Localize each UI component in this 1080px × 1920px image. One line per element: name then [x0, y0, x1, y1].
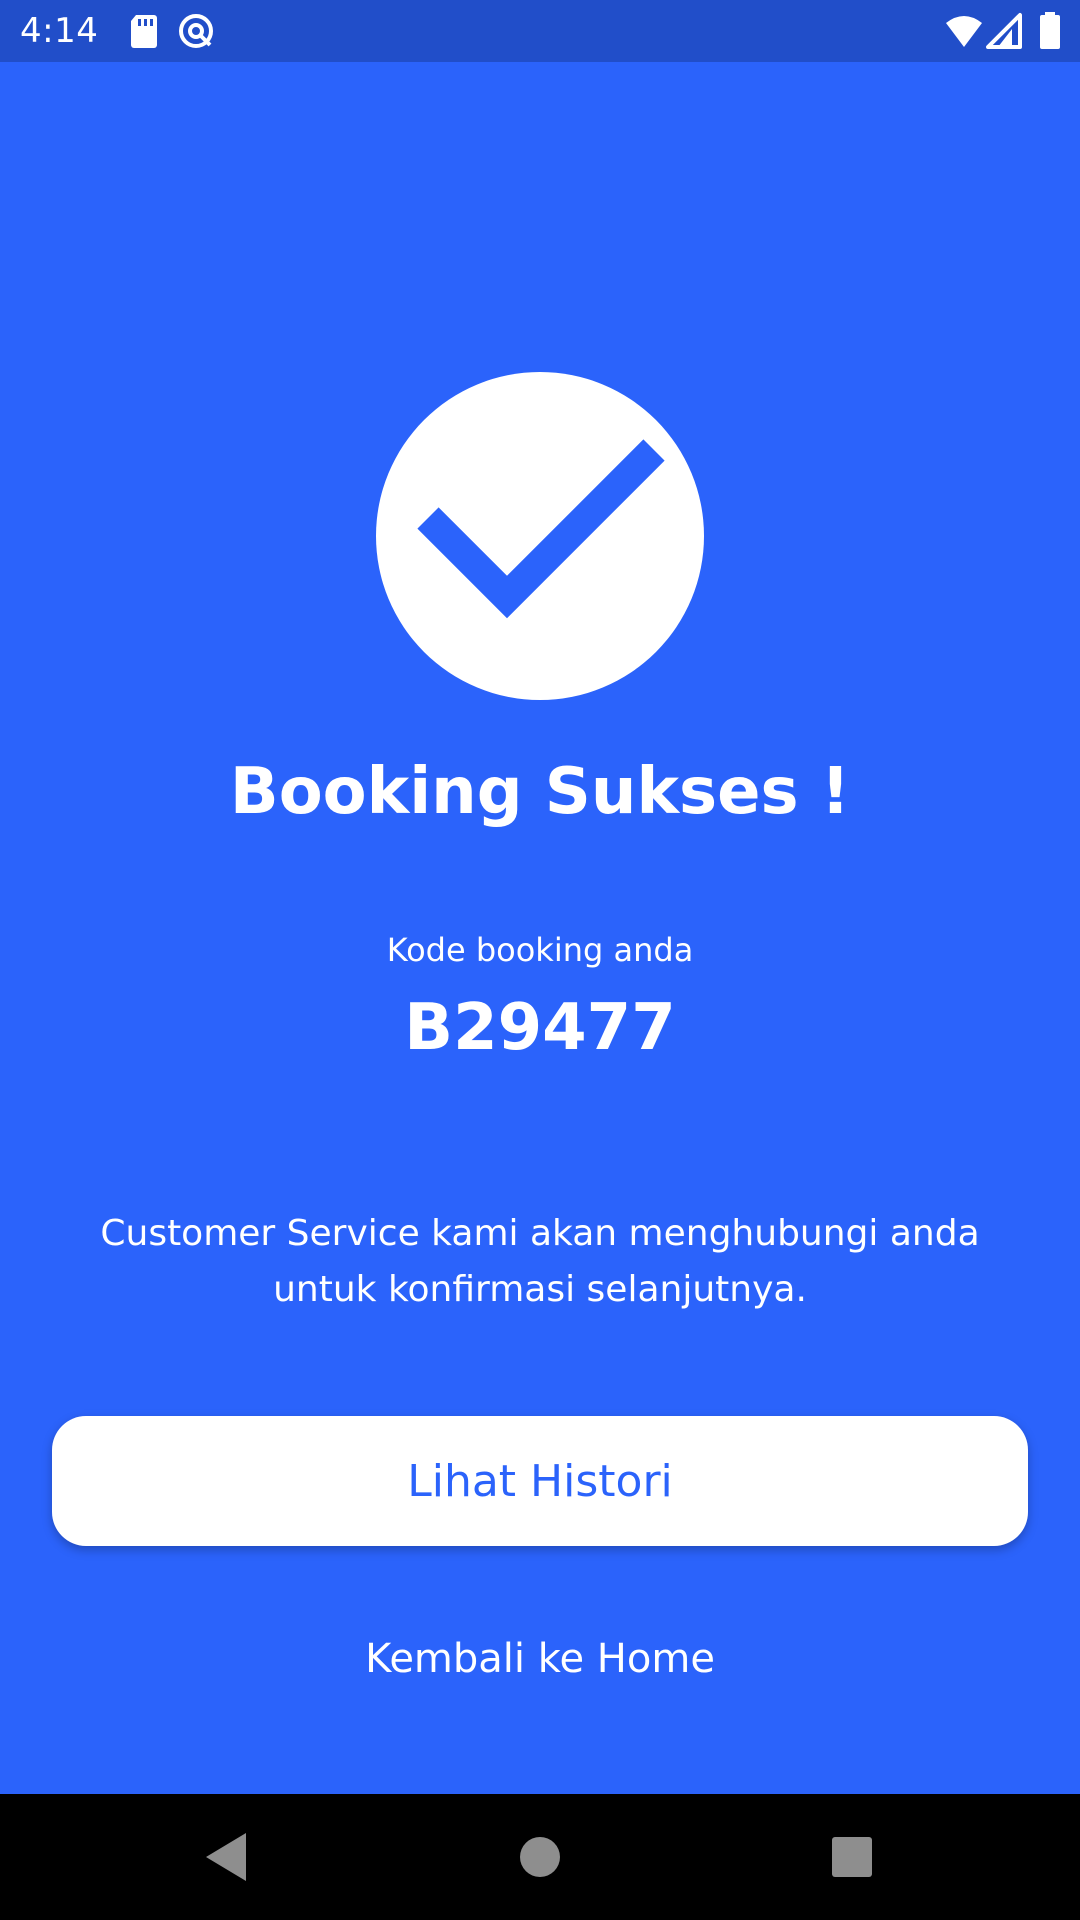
- success-badge: [376, 372, 704, 700]
- battery-icon: [1030, 11, 1070, 51]
- check-icon: [417, 439, 665, 619]
- page-title: Booking Sukses !: [229, 755, 851, 829]
- confirmation-message: Customer Service kami akan menghubungi a…: [100, 1213, 980, 1310]
- status-bar: 4:14: [0, 0, 1080, 62]
- back-to-home-link[interactable]: Kembali ke Home: [0, 1632, 1080, 1686]
- view-history-button-label: Lihat Histori: [407, 1455, 673, 1507]
- navigation-bar: [0, 1794, 1080, 1920]
- booking-success-screen: Booking Sukses ! Kode booking anda B2947…: [0, 62, 1080, 1794]
- sd-card-icon: [124, 11, 164, 51]
- recents-icon[interactable]: [822, 1827, 882, 1887]
- signal-icon: [984, 11, 1024, 51]
- status-time: 4:14: [20, 11, 99, 51]
- booking-code-label: Kode booking anda: [386, 931, 694, 969]
- sync-icon: [176, 11, 216, 51]
- view-history-button[interactable]: Lihat Histori: [52, 1416, 1028, 1546]
- back-icon[interactable]: [196, 1827, 256, 1887]
- home-icon[interactable]: [510, 1827, 570, 1887]
- wifi-icon: [944, 11, 984, 51]
- booking-code: B29477: [404, 991, 676, 1065]
